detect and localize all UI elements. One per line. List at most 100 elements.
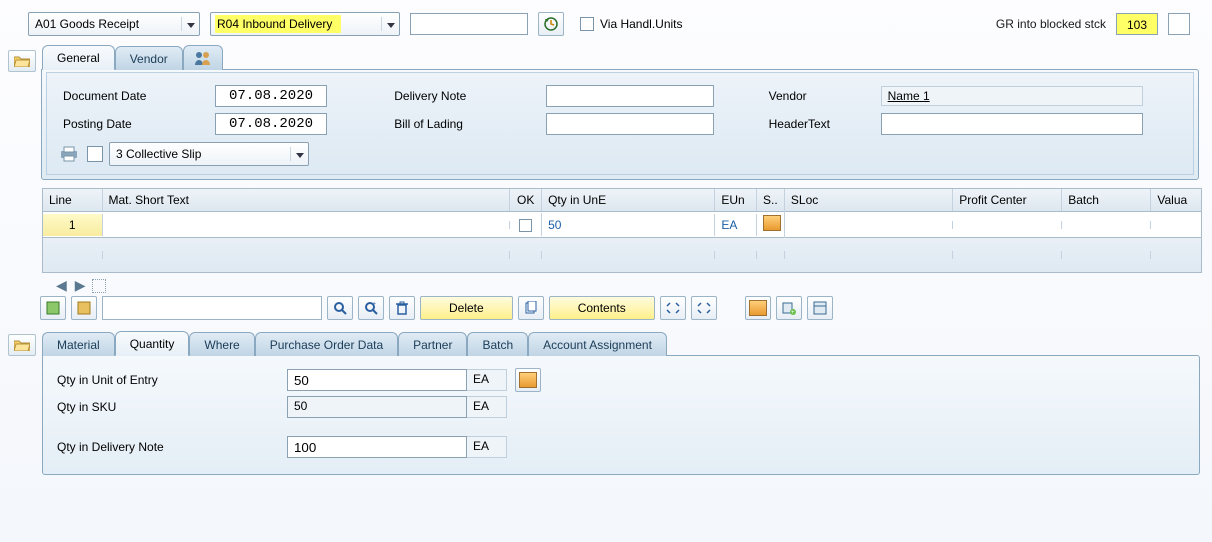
trash-icon [395,301,409,315]
tab-material[interactable]: Material [42,332,115,356]
vendor-value: Name 1 [881,86,1143,106]
qty-delivery-note-label: Qty in Delivery Note [57,440,287,454]
tab-where-label: Where [204,338,239,352]
cell-profit-center[interactable] [953,221,1062,229]
col-mat-short-text[interactable]: Mat. Short Text [103,189,511,211]
movement-type-suffix[interactable] [1168,13,1190,35]
cell-material-text[interactable] [103,221,511,229]
tab-partner[interactable] [183,45,223,70]
posting-date-input[interactable] [215,113,327,135]
layout-icon [813,301,827,315]
collapse-header-button[interactable] [8,50,36,72]
col-eun[interactable]: EUn [715,189,757,211]
tab-material-label: Material [57,338,100,352]
chevron-down-icon [181,17,199,31]
grid-header: Line Mat. Short Text OK Qty in UnE EUn S… [42,188,1202,212]
tab-general-label: General [57,51,100,65]
cell-valuation[interactable] [1151,221,1201,229]
movement-type-label: GR into blocked stck [996,17,1106,31]
deselect-all-button[interactable] [71,296,97,320]
cell-batch[interactable] [1062,221,1151,229]
col-ok[interactable]: OK [510,189,542,211]
layout-button[interactable] [807,296,833,320]
chevron-down-icon [381,17,399,31]
warehouse-icon [749,300,767,316]
bill-of-lading-label: Bill of Lading [390,111,540,137]
execute-button[interactable] [538,12,564,36]
pager-settings-button[interactable] [92,279,106,293]
qty-delivery-note-input[interactable] [287,436,467,458]
filter-input[interactable] [102,296,322,320]
search-icon [333,301,347,315]
folder-open-icon [14,55,30,67]
chevron-down-icon [290,147,308,161]
tab-aa-label: Account Assignment [543,338,652,352]
expand-button[interactable] [660,296,686,320]
qty-sku-value: 50 [287,396,467,418]
col-stock[interactable]: S.. [757,189,785,211]
via-handling-units-label: Via Handl.Units [600,17,683,31]
col-qty-une[interactable]: Qty in UnE [542,189,715,211]
header-form: Document Date Delivery Note Vendor Name … [57,81,1183,139]
reference-dropdown[interactable]: R04 Inbound Delivery [210,12,400,36]
table-row[interactable]: 1 50 EA [42,212,1202,238]
via-handling-units-checkbox[interactable]: Via Handl.Units [580,17,683,31]
warehouse-icon [763,215,781,231]
pager-prev-button[interactable]: ◀ [54,277,69,294]
col-line[interactable]: Line [43,189,103,211]
document-date-input[interactable] [215,85,327,107]
document-number-input[interactable] [410,13,528,35]
cell-ok[interactable] [510,213,542,235]
reference-dropdown-text: R04 Inbound Delivery [211,17,381,31]
col-valuation[interactable]: Valua [1151,189,1201,211]
col-batch[interactable]: Batch [1062,189,1151,211]
bill-of-lading-input[interactable] [546,113,714,135]
contents-button[interactable]: Contents [549,296,655,320]
print-option-dropdown[interactable]: 3 Collective Slip [109,142,309,166]
cell-stock[interactable] [757,211,785,238]
detail-tabs: Material Quantity Where Purchase Order D… [42,330,1212,355]
items-toolbar: + Delete Contents + [40,296,1212,320]
cell-eun[interactable]: EA [715,214,757,236]
col-sloc[interactable]: SLoc [785,189,953,211]
collapse-button[interactable] [691,296,717,320]
find-button[interactable] [327,296,353,320]
cell-qty[interactable]: 50 [542,214,715,236]
header-tabs: General Vendor [42,44,1212,69]
folder-open-icon [14,339,30,351]
transaction-dropdown[interactable]: A01 Goods Receipt [28,12,200,36]
stock-overview-button[interactable] [745,296,771,320]
pager-next-button[interactable]: ▶ [73,277,88,294]
tab-purchase-order-data[interactable]: Purchase Order Data [255,332,398,356]
print-icon [57,144,81,164]
find-next-button[interactable]: + [358,296,384,320]
add-line-button[interactable]: + [776,296,802,320]
print-checkbox[interactable] [87,146,103,162]
select-all-button[interactable] [40,296,66,320]
delivery-note-input[interactable] [546,85,714,107]
svg-text:+: + [372,301,376,308]
header-text-input[interactable] [881,113,1143,135]
col-profit-center[interactable]: Profit Center [953,189,1062,211]
movement-type-code[interactable]: 103 [1116,13,1158,35]
tab-partner[interactable]: Partner [398,332,467,356]
qty-sku-label: Qty in SKU [57,400,287,414]
tab-batch[interactable]: Batch [467,332,528,356]
tab-vendor-label: Vendor [130,52,168,66]
tab-where[interactable]: Where [189,332,254,356]
tab-vendor[interactable]: Vendor [115,46,183,70]
contents-button-label: Contents [578,301,626,315]
print-option-text: 3 Collective Slip [110,147,290,161]
tab-quantity[interactable]: Quantity [115,331,190,356]
trash-button[interactable] [389,296,415,320]
checkbox-icon [519,219,532,232]
collapse-detail-button[interactable] [8,334,36,356]
qty-unit-entry-input[interactable] [287,369,467,391]
cell-line: 1 [43,214,103,236]
cell-sloc[interactable] [785,221,953,229]
stock-overview-button[interactable] [515,368,541,392]
tab-general[interactable]: General [42,45,115,70]
copy-button[interactable] [518,296,544,320]
delete-button[interactable]: Delete [420,296,513,320]
tab-account-assignment[interactable]: Account Assignment [528,332,667,356]
